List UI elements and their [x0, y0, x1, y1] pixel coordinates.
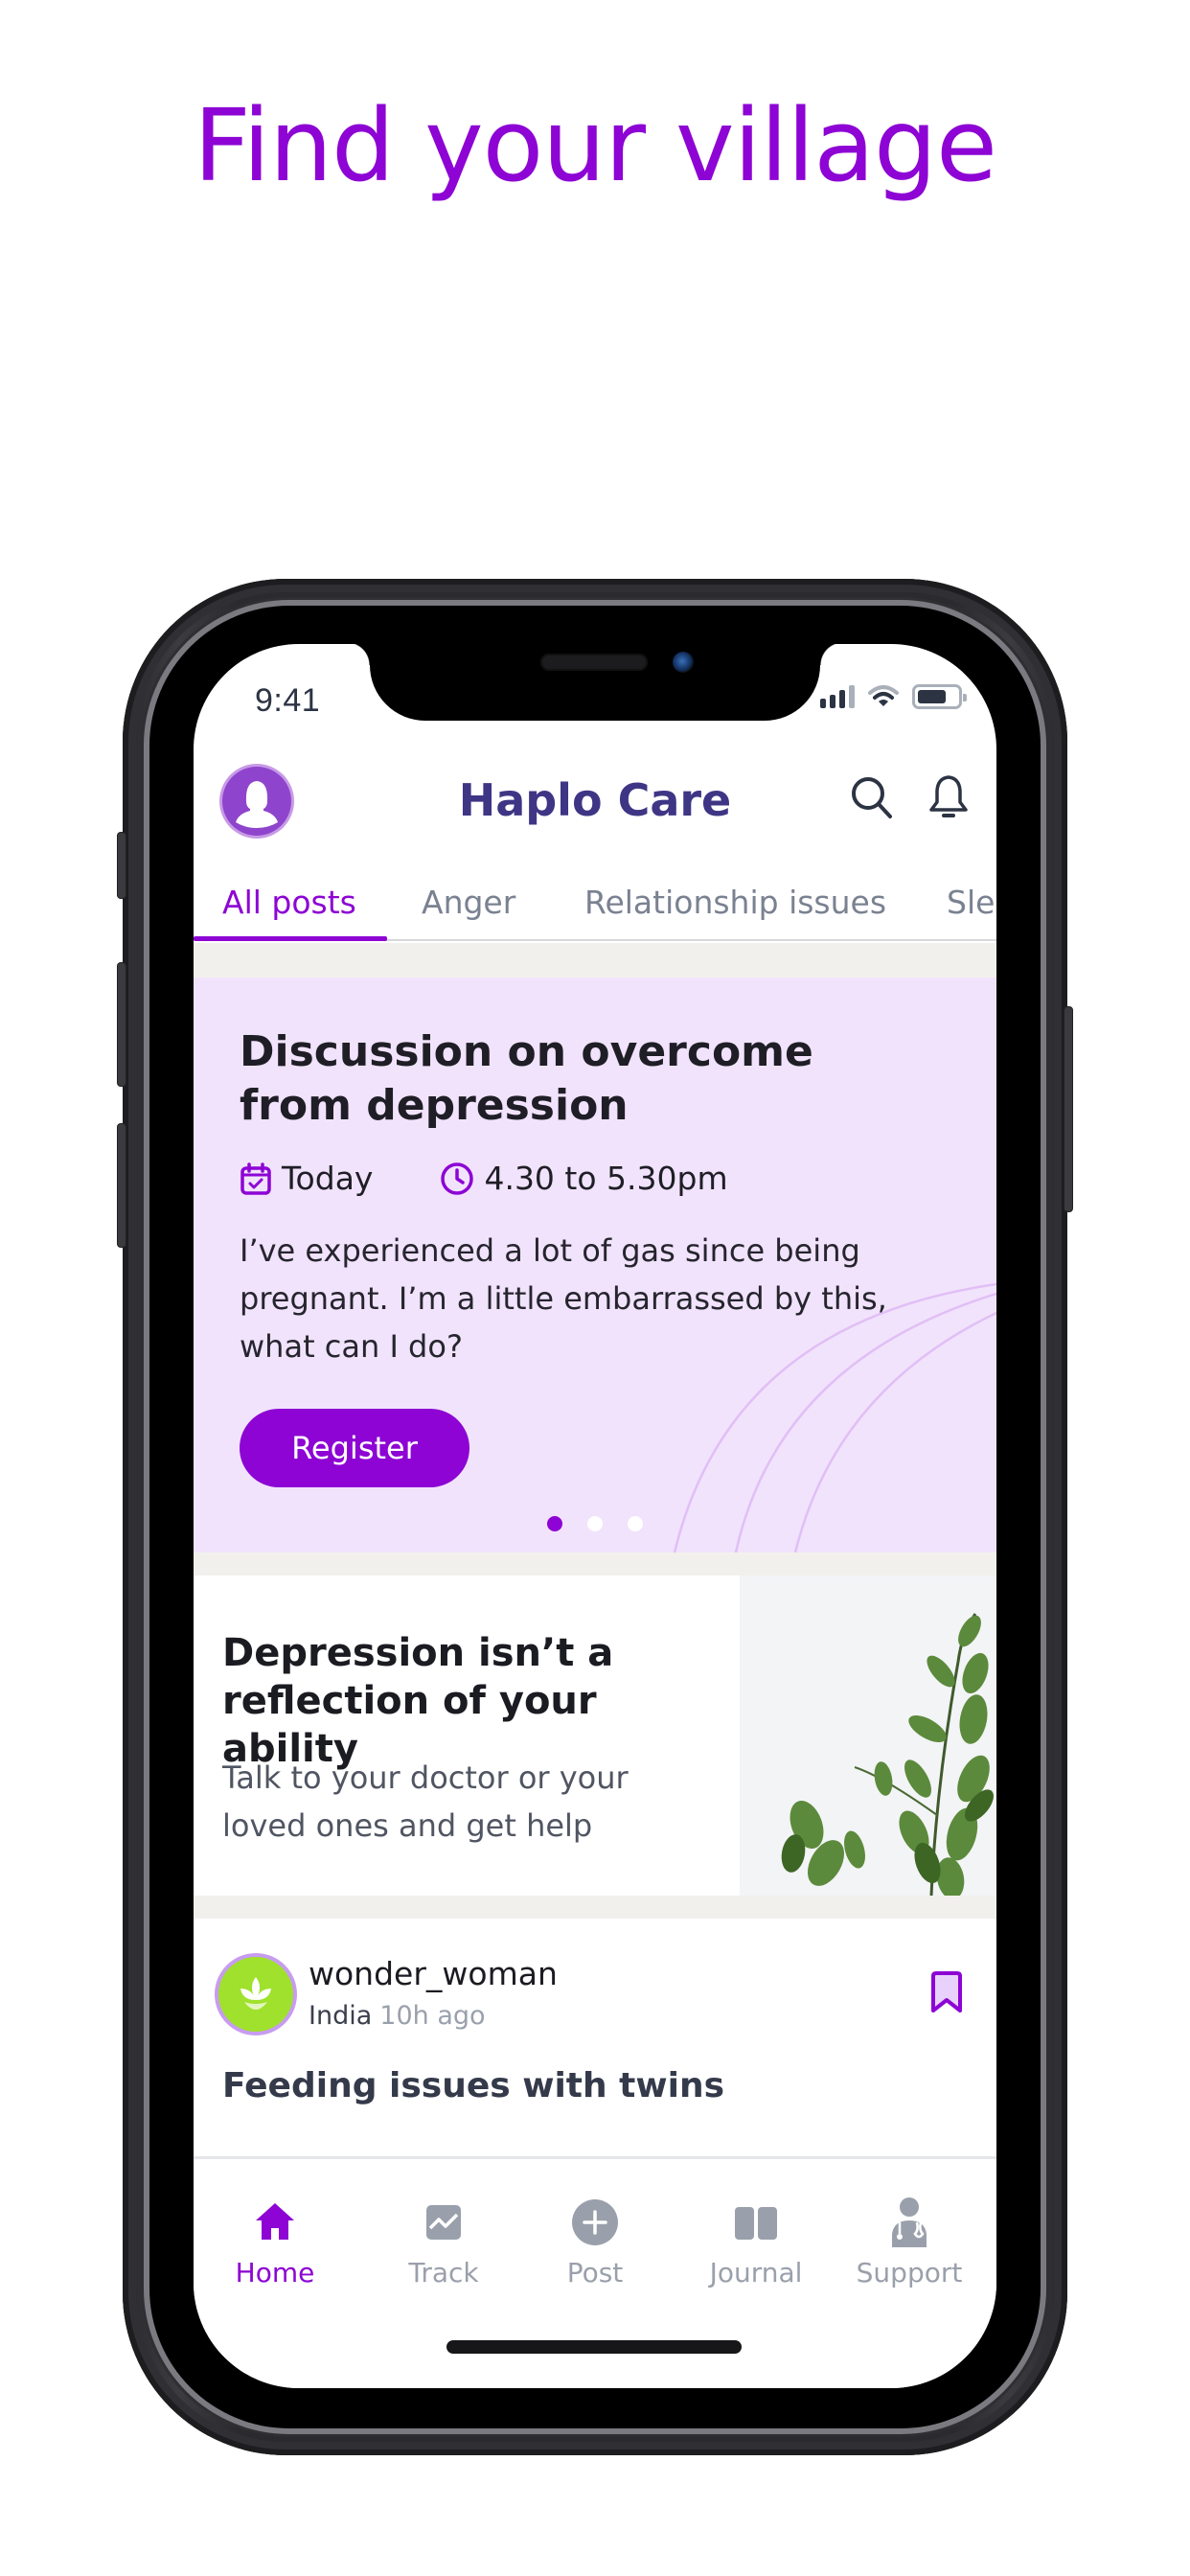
headline: Find your village: [193, 87, 997, 204]
post-username[interactable]: wonder_woman: [309, 1955, 558, 1992]
mute-switch: [117, 832, 126, 899]
info-card[interactable]: Depression isn’t a reflection of your ab…: [194, 1576, 996, 1899]
post-card[interactable]: wonder_woman India 10h ago Feeding issues…: [194, 1919, 996, 2126]
search-button[interactable]: [845, 770, 899, 824]
post-meta: India 10h ago: [309, 2001, 486, 2031]
clock-icon: [441, 1162, 474, 1195]
bell-icon: [929, 775, 968, 817]
plant-image: [740, 1576, 996, 1899]
nav-home[interactable]: Home: [203, 2194, 347, 2288]
info-card-title: Depression isn’t a reflection of your ab…: [222, 1631, 614, 1771]
wifi-icon: [868, 685, 899, 706]
app-header: Haplo Care: [194, 757, 996, 853]
carousel-pagination: [194, 1516, 996, 1531]
post-author-avatar[interactable]: [218, 1957, 293, 2032]
event-description: I’ve experienced a lot of gas since bein…: [240, 1232, 887, 1365]
home-indicator[interactable]: [446, 2340, 742, 2354]
status-time: 9:41: [255, 682, 321, 719]
tab-anger[interactable]: Anger: [422, 884, 515, 921]
front-camera: [673, 652, 694, 673]
battery-icon: [912, 684, 967, 709]
carousel-dot-2[interactable]: [587, 1516, 603, 1531]
active-tab-indicator: [194, 936, 387, 941]
event-meta: Today 4.30 to 5.30pm: [240, 1160, 795, 1197]
post-time-ago: 10h ago: [379, 2001, 486, 2031]
speaker: [540, 654, 648, 671]
bookmark-button[interactable]: [929, 1970, 964, 2019]
nav-home-label: Home: [235, 2257, 315, 2288]
nav-post-label: Post: [566, 2257, 624, 2288]
event-title: Discussion on overcome from depression: [240, 1027, 813, 1130]
event-date: Today: [282, 1160, 374, 1197]
doctor-icon: [892, 2197, 927, 2247]
nav-journal[interactable]: Journal: [684, 2194, 828, 2288]
nav-track-label: Track: [408, 2257, 479, 2288]
notifications-button[interactable]: [922, 770, 975, 824]
post-country: India: [309, 2001, 373, 2031]
phone-screen: 9:41 Haplo Care All posts Anger Relation…: [194, 644, 996, 2388]
nav-post[interactable]: Post: [523, 2194, 667, 2288]
lotus-icon: [240, 1977, 271, 2010]
event-time: 4.30 to 5.30pm: [484, 1160, 728, 1197]
register-button[interactable]: Register: [240, 1409, 469, 1487]
home-icon: [256, 2203, 294, 2240]
chart-icon: [426, 2205, 461, 2240]
eucalyptus-plant-illustration: [781, 1613, 994, 1899]
volume-down-button: [117, 1123, 126, 1248]
event-promo-card[interactable]: Discussion on overcome from depression T…: [194, 978, 996, 1552]
notch: [347, 644, 843, 721]
info-card-body: Talk to your doctor or your loved ones a…: [222, 1760, 629, 1844]
nav-support-label: Support: [856, 2257, 963, 2288]
power-button: [1064, 1006, 1073, 1212]
bookmark-icon: [931, 1971, 962, 2012]
tab-all-posts[interactable]: All posts: [222, 884, 356, 921]
tab-sleep[interactable]: Slee: [947, 884, 996, 921]
category-tabs: All posts Anger Relationship issues Slee: [194, 872, 996, 941]
status-icons: [820, 684, 967, 709]
book-icon: [735, 2207, 777, 2240]
carousel-dot-3[interactable]: [628, 1516, 643, 1531]
carousel-dot-1[interactable]: [547, 1516, 562, 1531]
nav-journal-label: Journal: [709, 2257, 803, 2288]
search-icon: [852, 777, 892, 818]
tab-relationship-issues[interactable]: Relationship issues: [584, 884, 886, 921]
signal-icon: [820, 685, 855, 708]
nav-support[interactable]: Support: [837, 2194, 981, 2288]
nav-track[interactable]: Track: [372, 2194, 515, 2288]
volume-up-button: [117, 962, 126, 1087]
plus-circle-icon: [572, 2199, 618, 2245]
post-title[interactable]: Feeding issues with twins: [222, 2066, 724, 2105]
calendar-check-icon: [240, 1162, 271, 1195]
